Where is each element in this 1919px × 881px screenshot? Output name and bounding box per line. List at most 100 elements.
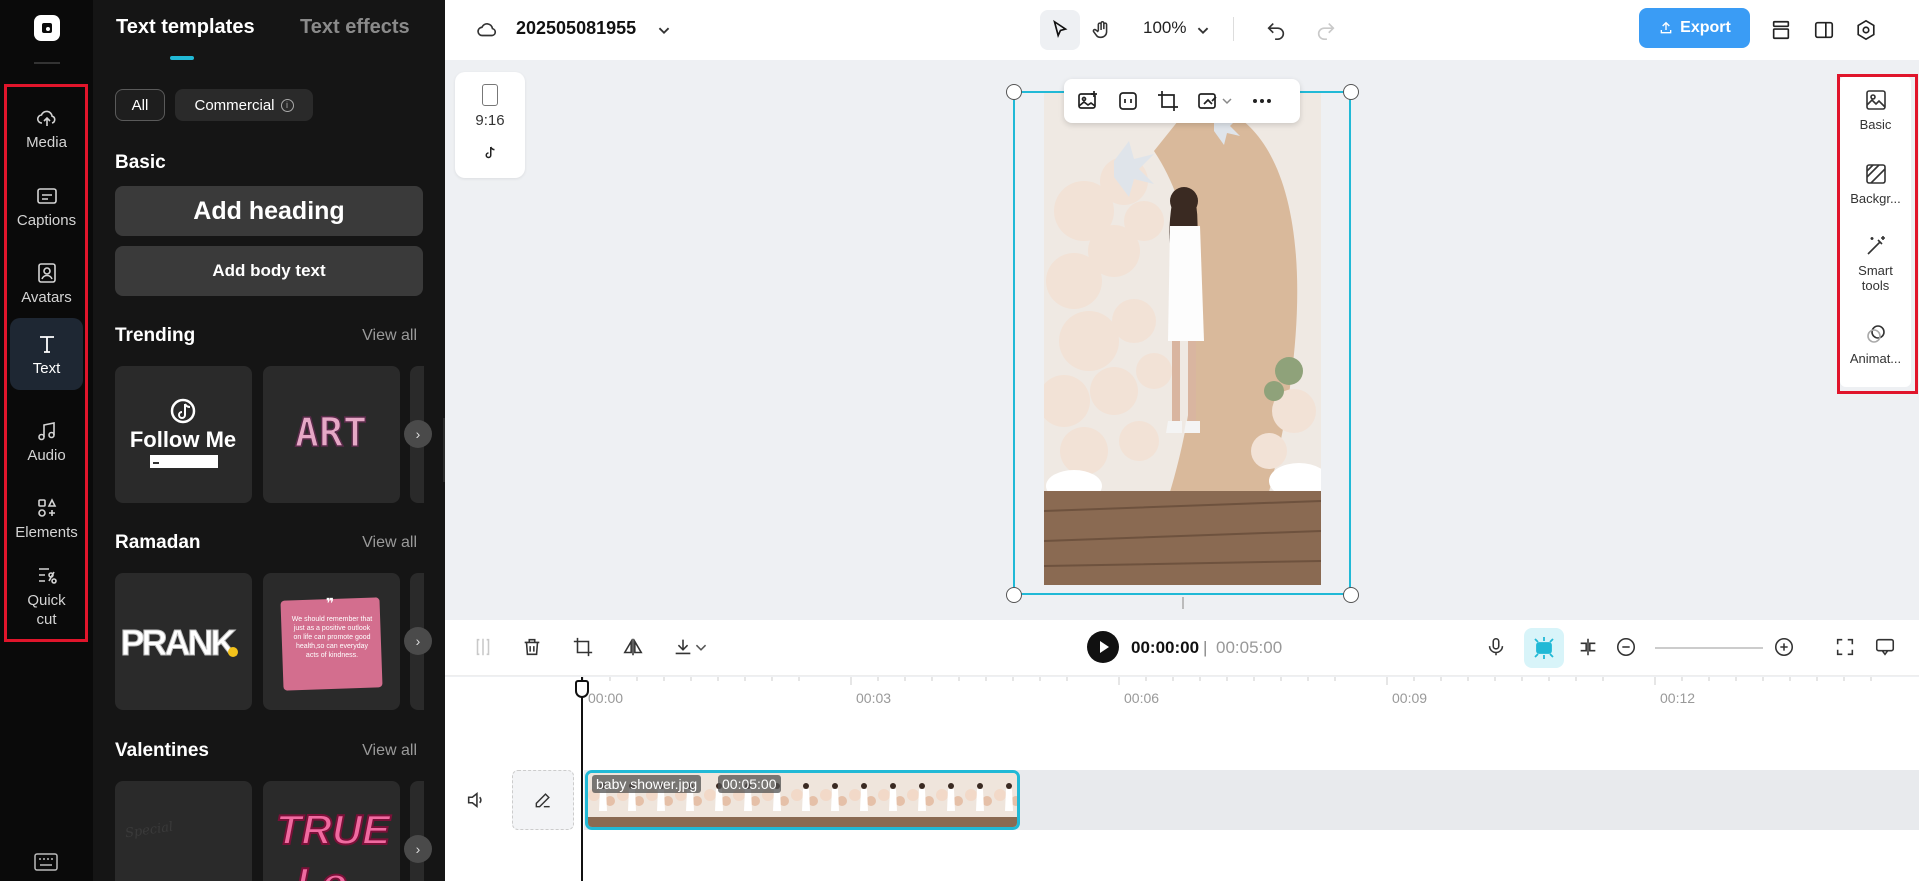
true-text: TRUE [276, 806, 392, 853]
view-all-trending[interactable]: View all [362, 327, 417, 345]
split-icon [476, 638, 490, 656]
true-love-preview: TRUE Lo [275, 805, 393, 881]
zoom-chevron-icon[interactable] [1187, 14, 1219, 46]
section-title-trending: Trending [115, 325, 196, 346]
export-button[interactable]: Export [1639, 8, 1750, 48]
resize-handle[interactable] [1343, 84, 1359, 100]
auto-snap-toggle[interactable] [1524, 628, 1564, 668]
info-icon[interactable]: i [280, 98, 294, 112]
delete-button[interactable] [519, 634, 545, 660]
section-title-basic: Basic [115, 152, 166, 173]
view-all-ramadan[interactable]: View all [362, 534, 417, 552]
aspect-ratio-card[interactable]: 9:16 [455, 72, 525, 178]
split-align-button[interactable] [1575, 634, 1601, 660]
timeline[interactable]: 00:00 00:03 00:06 00:09 00:12 baby showe… [445, 677, 1919, 881]
resize-handle[interactable] [1343, 587, 1359, 603]
zoom-in-icon [1774, 637, 1794, 657]
project-name[interactable]: 202505081955 [516, 18, 636, 39]
scroll-right-button[interactable]: › [404, 420, 432, 448]
chip-label: Commercial [194, 96, 275, 114]
scroll-right-button[interactable]: › [404, 835, 432, 863]
template-card-special[interactable]: Special [115, 781, 252, 881]
resize-handle[interactable] [1006, 84, 1022, 100]
download-icon [675, 639, 691, 655]
redo-button[interactable] [1310, 14, 1342, 46]
cloud-sync-icon[interactable] [471, 14, 503, 46]
smart-crop-icon[interactable] [1116, 89, 1140, 113]
add-body-text-button[interactable]: Add body text [115, 246, 423, 296]
quote-text: We should remember that just as a positi… [291, 616, 373, 659]
filter-chip-all[interactable]: All [115, 89, 165, 121]
snap-icon [1534, 637, 1554, 659]
clip-duration: 00:05:00 [718, 775, 781, 793]
resize-handle[interactable] [1006, 587, 1022, 603]
divider [34, 62, 60, 64]
art-text: ART [295, 410, 367, 456]
template-card-partial[interactable] [410, 781, 424, 881]
play-button[interactable] [1087, 631, 1119, 663]
scroll-right-button[interactable]: › [404, 627, 432, 655]
chevron-down-icon[interactable] [693, 634, 709, 660]
tab-text-effects[interactable]: Text effects [300, 16, 410, 39]
flip-icon [623, 638, 643, 656]
template-card-prank[interactable]: PRANK [115, 573, 252, 710]
export-label: Export [1680, 19, 1731, 36]
highlight-box [1837, 74, 1918, 394]
ruler-label: 00:03 [856, 690, 892, 706]
video-clip[interactable]: baby shower.jpg 00:05:00 [585, 770, 1020, 830]
filter-chip-commercial[interactable]: Commercial i [175, 89, 313, 121]
microphone-button[interactable] [1483, 634, 1509, 660]
select-tool-button[interactable] [1040, 10, 1080, 50]
hand-tool-button[interactable] [1086, 14, 1118, 46]
play-icon [1100, 641, 1109, 653]
ruler-label: 00:09 [1392, 690, 1428, 706]
view-all-valentines[interactable]: View all [362, 742, 417, 760]
time-divider: | [1203, 638, 1208, 657]
undo-button[interactable] [1260, 14, 1292, 46]
more-options-icon[interactable] [1250, 89, 1274, 113]
rotate-handle[interactable] [1182, 597, 1184, 609]
text-panel: Text templates Text effects All Commerci… [93, 0, 445, 881]
add-heading-button[interactable]: Add heading [115, 186, 423, 236]
zoom-out-button[interactable] [1613, 634, 1639, 660]
chip-label: All [131, 96, 149, 114]
playhead-handle[interactable] [575, 680, 589, 698]
crop-icon[interactable] [1156, 89, 1180, 113]
zoom-out-icon [1616, 637, 1636, 657]
track-volume-icon[interactable] [465, 789, 487, 811]
playhead[interactable] [581, 677, 583, 881]
layers-icon[interactable] [1765, 14, 1797, 46]
tab-indicator [170, 56, 194, 60]
keyboard-icon[interactable] [34, 853, 58, 871]
tab-text-templates[interactable]: Text templates [116, 16, 255, 39]
divider [1233, 17, 1234, 41]
upload-icon [1660, 21, 1672, 34]
chevron-down-icon[interactable] [1220, 89, 1234, 113]
total-time: 00:05:00 [1216, 638, 1283, 657]
split-button[interactable] [470, 634, 496, 660]
flip-button[interactable] [620, 634, 646, 660]
cursor-icon [1053, 19, 1068, 38]
hand-icon [1092, 21, 1108, 39]
panel-tabs: Text templates Text effects [93, 0, 445, 60]
left-rail: Media Captions Avatars Text Audio Elemen… [0, 0, 93, 881]
zoom-slider[interactable] [1655, 647, 1763, 649]
fullscreen-button[interactable] [1832, 634, 1858, 660]
app-logo[interactable] [34, 15, 60, 41]
track-cover-edit[interactable] [512, 770, 574, 830]
template-card-art[interactable]: ART [263, 366, 400, 503]
chevron-down-icon[interactable] [648, 14, 680, 46]
comment-button[interactable] [1872, 634, 1898, 660]
zoom-in-button[interactable] [1771, 634, 1797, 660]
crop-button[interactable] [570, 634, 596, 660]
replace-image-icon[interactable] [1076, 89, 1100, 113]
template-card-true-love[interactable]: TRUE Lo [263, 781, 400, 881]
remove-background-icon[interactable] [1196, 89, 1220, 113]
zoom-level[interactable]: 100% [1143, 18, 1186, 38]
panel-toggle-icon[interactable] [1808, 14, 1840, 46]
selection-box[interactable] [1013, 91, 1351, 595]
settings-icon[interactable] [1850, 14, 1882, 46]
undo-icon [1267, 22, 1285, 40]
template-card-quote[interactable]: ❞ We should remember that just as a posi… [263, 573, 400, 710]
template-card-follow-me[interactable]: Follow Me [115, 366, 252, 503]
